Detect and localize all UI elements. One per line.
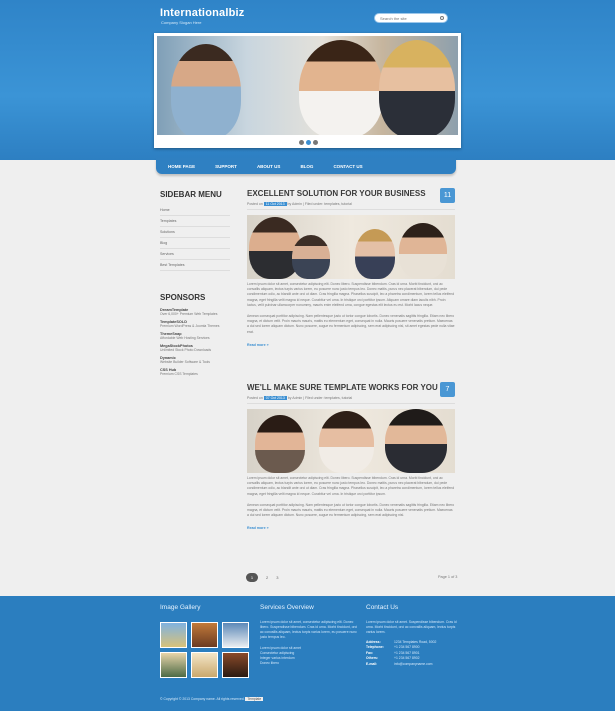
slider-dots	[299, 140, 318, 145]
services-title: Services Overview	[260, 604, 314, 611]
sidebar-menu-title: SIDEBAR MENU	[160, 190, 222, 199]
sponsor-desc: Premium WordPress & Joomla Themes	[160, 324, 220, 328]
hero-person-3	[379, 40, 455, 135]
hero-image	[157, 36, 458, 135]
copyright-text: © Copyright © 2013 Company name. All rig…	[160, 697, 245, 701]
slider-dot[interactable]	[313, 140, 318, 145]
blog-post: WE'LL MAKE SURE TEMPLATE WORKS FOR YOU 7…	[247, 382, 455, 530]
page-info: Page 1 of 3	[438, 575, 458, 579]
post-image	[247, 409, 455, 473]
contact-email[interactable]: info@companyname.com	[394, 662, 433, 667]
gallery-thumb[interactable]	[222, 622, 249, 648]
date-badge: 11	[440, 188, 455, 203]
meta-posted: Posted on	[247, 396, 263, 400]
services-item[interactable]: Donec libero	[260, 661, 360, 666]
post-image-person	[385, 409, 447, 473]
post-excerpt: Aenean consequat porttitor adipiscing. N…	[247, 502, 455, 518]
copyright-badge[interactable]: Template	[245, 697, 264, 701]
sponsors-title: SPONSORS	[160, 293, 206, 302]
sidebar-item[interactable]: Home	[160, 205, 230, 216]
sponsor[interactable]: ThemeSnap Affordable Web Hosting Services	[160, 332, 230, 340]
post-excerpt: Lorem ipsum dolor sit amet, consectetur …	[247, 282, 455, 307]
meta-categories[interactable]: Filed under: templates, tutorial	[305, 202, 352, 206]
search-icon[interactable]	[440, 16, 444, 20]
services-text: Lorem ipsum dolor sit amet, consectetur …	[260, 620, 358, 639]
page-link[interactable]: 3	[276, 575, 278, 580]
contact-key: E-mail:	[366, 661, 378, 666]
contact-block: Lorem ipsum dolor sit amet. Suspendisse …	[366, 620, 462, 667]
sponsor[interactable]: DreamTemplate Over 6,000+ Premium Web Tem…	[160, 308, 230, 316]
hero-person-2	[299, 40, 383, 135]
sponsor-desc: Affordable Web Hosting Services	[160, 336, 210, 340]
contact-row: E-mail: info@companyname.com	[366, 662, 462, 667]
search-box[interactable]	[374, 13, 448, 23]
sidebar-item[interactable]: Blog	[160, 238, 230, 249]
page-current[interactable]: 1	[246, 573, 258, 582]
gallery-thumb[interactable]	[160, 652, 187, 678]
sidebar-item[interactable]: Solutions	[160, 227, 230, 238]
nav-blog[interactable]: BLOG	[300, 164, 313, 169]
sponsor[interactable]: MegaStockPhotos Unlimited Stock Photo Dow…	[160, 344, 230, 352]
nav-support[interactable]: SUPPORT	[215, 164, 237, 169]
nav-contact[interactable]: CONTACT US	[333, 164, 362, 169]
pagination: 1 2 3	[246, 573, 278, 582]
post-meta: Posted on 07 Oct 2013 by Admin | Filed u…	[247, 396, 455, 404]
post-title[interactable]: EXCELLENT SOLUTION FOR YOUR BUSINESS	[247, 189, 455, 198]
slider-dot[interactable]	[299, 140, 304, 145]
nav-about[interactable]: ABOUT US	[257, 164, 281, 169]
post-image-person	[319, 411, 374, 473]
sidebar-item[interactable]: Best Templates	[160, 260, 230, 271]
read-more-link[interactable]: Read more »	[247, 343, 455, 347]
sponsor-desc: Unlimited Stock Photo Downloads	[160, 348, 212, 352]
post-image-person	[255, 415, 305, 473]
post-title[interactable]: WE'LL MAKE SURE TEMPLATE WORKS FOR YOU	[247, 383, 455, 392]
gallery-thumb[interactable]	[160, 622, 187, 648]
image-gallery	[160, 622, 249, 678]
meta-author[interactable]: by Admin	[288, 396, 302, 400]
services-overview: Lorem ipsum dolor sit amet, consectetur …	[260, 620, 360, 666]
site-logo[interactable]: Internationalbiz	[160, 7, 244, 19]
post-meta: Posted on 11 Oct 2013 by Admin | Filed u…	[247, 202, 455, 210]
post-date: 11 Oct 2013	[263, 202, 287, 206]
contact-title: Contact Us	[366, 604, 399, 611]
post-image-person	[399, 223, 447, 279]
meta-categories[interactable]: Filed under: templates, tutorial	[305, 396, 352, 400]
gallery-thumb[interactable]	[191, 622, 218, 648]
contact-text: Lorem ipsum dolor sit amet. Suspendisse …	[366, 620, 457, 634]
page-link[interactable]: 2	[266, 575, 268, 580]
gallery-thumb[interactable]	[222, 652, 249, 678]
sponsor-desc: Website Builder Software & Tools	[160, 360, 211, 364]
site-slogan: Company Slogan Here	[161, 20, 202, 25]
gallery-title: Image Gallery	[160, 604, 201, 611]
sidebar: SIDEBAR MENU Home Templates Solutions Bl…	[160, 190, 230, 380]
contact-details: Address: 1234 Templates Road, 5002 Teleph…	[366, 640, 462, 667]
slider-dot-active[interactable]	[306, 140, 311, 145]
sponsor-desc: Over 6,000+ Premium Web Templates	[160, 312, 218, 316]
post-image-person	[355, 229, 395, 279]
date-badge: 7	[440, 382, 455, 397]
post-excerpt: Aenean consequat porttitor adipiscing. N…	[247, 314, 455, 334]
sidebar-item[interactable]: Services	[160, 249, 230, 260]
sponsor-desc: Premium CSS Templates	[160, 372, 198, 376]
gallery-thumb[interactable]	[191, 652, 218, 678]
meta-author[interactable]: by Admin	[288, 202, 302, 206]
post-excerpt: Lorem ipsum dolor sit amet, consectetur …	[247, 476, 455, 496]
sponsor[interactable]: TemplateSOLD Premium WordPress & Joomla T…	[160, 320, 230, 328]
copyright: © Copyright © 2013 Company name. All rig…	[160, 697, 264, 701]
sponsor[interactable]: Dynamic Website Builder Software & Tools	[160, 356, 230, 364]
post-image-person	[292, 235, 330, 279]
post-date: 07 Oct 2013	[263, 396, 287, 400]
hero-person-1	[171, 44, 241, 135]
search-input[interactable]	[375, 14, 435, 22]
meta-posted: Posted on	[247, 202, 263, 206]
nav-home[interactable]: HOME PAGE	[168, 164, 195, 169]
sponsor[interactable]: CSS Hub Premium CSS Templates	[160, 368, 230, 376]
sidebar-item[interactable]: Templates	[160, 216, 230, 227]
hero-slider	[154, 33, 461, 148]
read-more-link[interactable]: Read more »	[247, 526, 455, 530]
blog-post: EXCELLENT SOLUTION FOR YOUR BUSINESS 11 …	[247, 188, 455, 347]
post-image	[247, 215, 455, 279]
main-nav: HOME PAGE SUPPORT ABOUT US BLOG CONTACT …	[156, 158, 456, 174]
